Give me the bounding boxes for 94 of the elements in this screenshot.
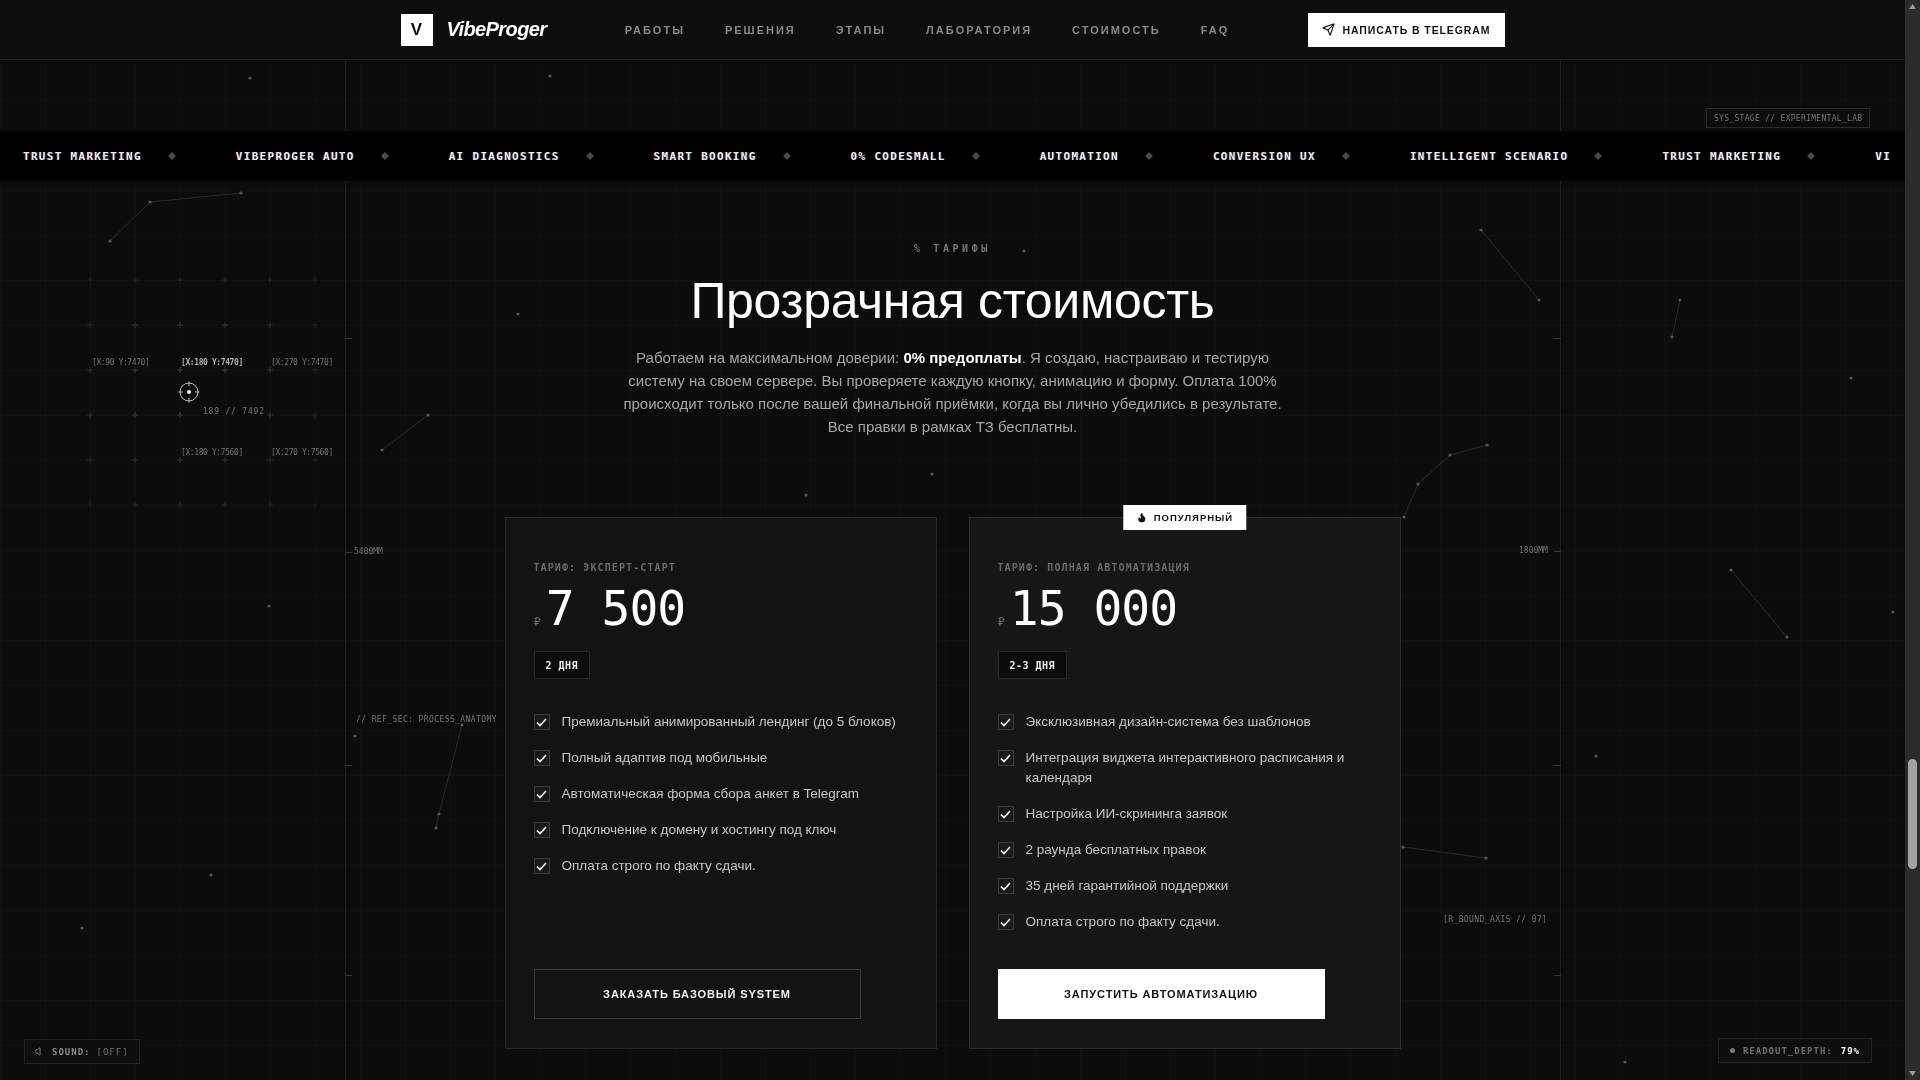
ticker-item: CONVERSION UX <box>1212 149 1316 163</box>
feature-text: Интеграция виджета интерактивного расписания и календаря <box>1025 749 1346 787</box>
feature-text: 35 дней гарантийной поддержки <box>1025 877 1229 895</box>
ticker-item: TRUST MARKETING <box>1662 149 1782 163</box>
paper-plane-icon <box>1321 23 1335 36</box>
feature-text: Подключение к домену и хостингу под ключ <box>561 821 837 839</box>
section-eyebrow: % ТАРИФЫ <box>914 243 991 255</box>
star-dot-icon <box>209 873 213 877</box>
badge-text: ПОПУЛЯРНЫЙ <box>1153 512 1234 523</box>
scrollbar-thumb[interactable] <box>1908 759 1917 869</box>
star-dot-icon <box>248 76 252 80</box>
telegram-button[interactable]: НАПИСАТЬ В TELEGRAM <box>1307 12 1505 47</box>
feature-text: Настройка ИИ-скрининга заявок <box>1025 805 1228 823</box>
star-dot-icon <box>930 472 934 476</box>
nav-link[interactable]: ЭТАПЫ <box>835 23 887 36</box>
plan-price: 15 000 <box>1009 584 1178 632</box>
diamond-icon <box>585 152 594 160</box>
feature-text: Эксклюзивная дизайн-система без шаблонов <box>1025 713 1311 731</box>
plan-price: 7 500 <box>545 584 686 632</box>
nav-link[interactable]: СТОИМОСТЬ <box>1072 23 1161 36</box>
feature-text: Автоматическая форма сбора анкет в Telegram <box>561 785 860 803</box>
sound-label: SOUND: <box>52 1046 91 1057</box>
currency-sign: ₽ <box>533 616 541 628</box>
section-ref-label: // REF_SEC: PROCESS_ANATOMY <box>356 715 497 724</box>
nav-link[interactable]: РАБОТЫ <box>624 23 685 36</box>
star-dot-icon <box>1849 376 1853 380</box>
star-dot-icon <box>548 74 552 78</box>
diamond-icon <box>1144 152 1153 160</box>
plan-name: ТАРИФ: ПОЛНАЯ АВТОМАТИЗАЦИЯ <box>997 562 1191 574</box>
feature-text: Полный адаптив под мобильные <box>561 749 768 767</box>
star-dot-icon <box>1891 610 1895 614</box>
caret-up-icon[interactable] <box>1909 4 1916 9</box>
constellation-lines <box>380 413 430 452</box>
flame-icon <box>1135 512 1147 523</box>
star-dot-icon <box>1022 249 1026 253</box>
caret-down-icon[interactable] <box>1909 1071 1916 1076</box>
ticker-item: INTELLIGENT SCENARIO <box>1409 149 1569 163</box>
coordinate-label: [X:270 Y:7470] <box>271 358 333 367</box>
ticker-item: VI <box>1875 149 1892 163</box>
crosshair-icon <box>178 381 200 403</box>
ticker-item: VIBEPROGER AUTO <box>235 149 355 163</box>
sound-value: [OFF] <box>96 1046 129 1057</box>
diamond-icon <box>167 152 176 160</box>
constellation-lines <box>1729 568 1789 639</box>
plan-button[interactable]: ЗАПУСТИТЬ АВТОМАТИЗАЦИЮ <box>997 969 1325 1019</box>
section-title: Прозрачная стоимость <box>690 272 1215 330</box>
coordinate-label: [X:180 Y:7470] <box>181 358 243 367</box>
axis-label: [R_BOUND_AXIS // 07] <box>1443 915 1548 924</box>
readout-label: READOUT_DEPTH: <box>1742 1045 1833 1056</box>
star-dot-icon <box>1594 754 1598 758</box>
nav-link[interactable]: FAQ <box>1200 23 1230 36</box>
ruler-label: 5400MM <box>354 547 383 556</box>
feature-text: 2 раунда бесплатных правок <box>1025 841 1206 859</box>
duration-tag: 2 ДНЯ <box>533 651 591 679</box>
scrollbar[interactable] <box>1905 0 1920 1080</box>
star-dot-icon <box>267 604 271 608</box>
feature-text: Оплата строго по факту сдачи. <box>1025 913 1220 931</box>
ticker-item: 0% CODESMALL <box>850 149 946 163</box>
stage-label: SYS_STAGE // EXPERIMENTAL_LAB <box>1706 108 1871 128</box>
nav-link[interactable]: ЛАБОРАТОРИЯ <box>926 23 1033 36</box>
diamond-icon <box>1341 152 1350 160</box>
ticker-item: AUTOMATION <box>1039 149 1119 163</box>
feature-text: Премиальный анимированный лендинг (до 5 блоков) <box>561 713 896 731</box>
star-dot-icon <box>80 926 84 930</box>
star-dot-icon <box>516 312 520 316</box>
sound-toggle[interactable]: SOUND: [OFF] <box>24 1039 140 1064</box>
diamond-icon <box>782 152 791 160</box>
plan-name: ТАРИФ: ЭКСПЕРТ-СТАРТ <box>533 562 677 574</box>
coordinate-label: [X:180 Y:7560] <box>181 448 243 457</box>
cursor-reading: 189 // 7492 <box>203 407 265 416</box>
ruler-label: 1800MM <box>1519 546 1548 555</box>
coordinate-label: [X:270 Y:7560] <box>271 448 333 457</box>
logo-text[interactable]: VibeProger <box>446 18 547 41</box>
star-dot-icon <box>804 493 808 497</box>
currency-sign: ₽ <box>997 616 1005 628</box>
feature-text: Оплата строго по факту сдачи. <box>561 857 756 875</box>
diamond-icon <box>1807 152 1816 160</box>
diamond-icon <box>1594 152 1603 160</box>
logo-mark[interactable]: V <box>400 13 433 46</box>
ticker-item: TRUST MARKETING <box>23 149 142 163</box>
diamond-icon <box>971 152 980 160</box>
readout-value: 79% <box>1840 1045 1860 1056</box>
section-description: Работаем на максимальном доверии: 0% предоплаты. Я создаю, настраиваю и тестирую систему на своем сервере. Вы проверяете каждую кнопку, анимацию и форму. Оплата 100% происходит только после вашей финальной приёмки, когда вы лично убедились в результате. Все правки в рамках ТЗ бесплатны. <box>622 348 1283 437</box>
ticker-item: AI DIAGNOSTICS <box>448 149 560 163</box>
plan-button[interactable]: ЗАКАЗАТЬ БАЗОВЫЙ SYSTEM <box>533 969 861 1019</box>
status-dot-icon <box>1729 1048 1735 1053</box>
ticker-item: SMART BOOKING <box>653 149 757 163</box>
diamond-icon <box>380 152 389 160</box>
duration-tag: 2-3 ДНЯ <box>997 651 1068 679</box>
star-dot-icon <box>353 734 357 738</box>
star-dot-icon <box>1623 1060 1627 1064</box>
coordinate-label: [X:90 Y:7470] <box>92 358 150 367</box>
constellation-lines <box>1670 298 1682 339</box>
nav-link[interactable]: РЕШЕНИЯ <box>724 23 796 36</box>
